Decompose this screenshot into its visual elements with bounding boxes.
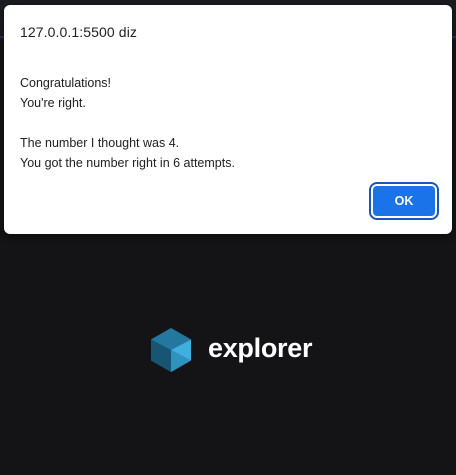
brand-name: explorer [208,332,313,363]
alert-dialog: 127.0.0.1:5500 diz Congratulations! You'… [4,5,452,234]
dialog-message-line: You're right. [20,96,86,110]
ok-button[interactable]: OK [373,186,435,216]
brand-logo-group: explorer [150,327,312,373]
dialog-message-line: The number I thought was 4. [20,136,180,150]
explorer-logo-icon [151,328,191,372]
dialog-message-line [20,113,235,133]
dialog-message: Congratulations! You're right. The numbe… [20,73,235,173]
dialog-message-line: Congratulations! [20,76,112,90]
page-background: explorer 127.0.0.1:5500 diz Congratulati… [0,0,456,475]
dialog-message-line: You got the number right in 6 attempts. [20,156,235,170]
dialog-title: 127.0.0.1:5500 diz [20,24,138,40]
